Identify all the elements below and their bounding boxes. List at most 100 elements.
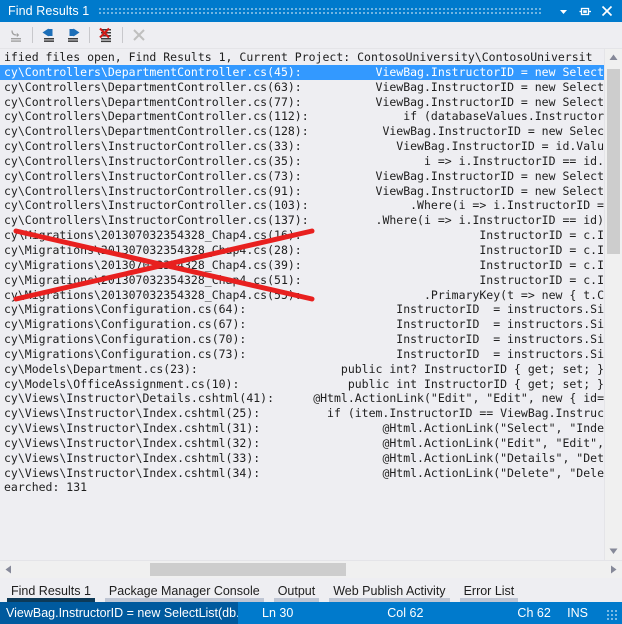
result-row[interactable]: cy\Controllers\InstructorController.cs(9… bbox=[0, 184, 604, 199]
result-row[interactable]: cy\Migrations\201307032354328_Chap4.cs(3… bbox=[0, 258, 604, 273]
result-row[interactable]: cy\Controllers\DepartmentController.cs(1… bbox=[0, 109, 604, 124]
window-title: Find Results 1 bbox=[8, 4, 90, 18]
result-row[interactable]: cy\Controllers\InstructorController.cs(7… bbox=[0, 169, 604, 184]
result-row[interactable]: cy\Controllers\DepartmentController.cs(7… bbox=[0, 95, 604, 110]
toolbar-separator-2 bbox=[89, 27, 90, 43]
result-code-snippet: ViewBag.InstructorID = new Selec bbox=[382, 124, 604, 139]
chevron-down-icon[interactable] bbox=[552, 1, 574, 21]
result-file-path: cy\Migrations\Configuration.cs(67): bbox=[4, 317, 247, 332]
result-file-path: cy\Migrations\201307032354328_Chap4.cs(3… bbox=[4, 257, 302, 272]
scroll-right-arrow-icon[interactable] bbox=[605, 561, 622, 578]
status-character-number: Ch 62 bbox=[517, 606, 551, 620]
result-file-path: cy\Migrations\201307032354328_Chap4.cs(5… bbox=[4, 272, 302, 287]
result-code-snippet: InstructorID = c.I bbox=[479, 272, 604, 287]
tab-label: Error List bbox=[463, 584, 515, 598]
result-row[interactable]: cy\Controllers\InstructorController.cs(3… bbox=[0, 154, 604, 169]
previous-match-button[interactable] bbox=[37, 24, 61, 46]
result-file-path: cy\Controllers\DepartmentController.cs(4… bbox=[4, 64, 302, 79]
result-file-path: cy\Migrations\201307032354328_Chap4.cs(2… bbox=[4, 242, 302, 257]
result-code-snippet: i => i.InstructorID == id. bbox=[423, 153, 604, 168]
result-code-snippet: @Html.ActionLink("Delete", "Dele bbox=[382, 465, 604, 480]
tool-window-tab[interactable]: Find Results 1 bbox=[2, 582, 100, 602]
result-code-snippet: InstructorID = c.I bbox=[479, 242, 604, 257]
results-header-text: ified files open, Find Results 1, Curren… bbox=[4, 50, 593, 64]
result-file-path: cy\Views\Instructor\Index.cshtml(33): bbox=[4, 450, 261, 465]
pin-dock-icon[interactable] bbox=[574, 1, 596, 21]
result-code-snippet: @Html.ActionLink("Edit", "Edit", new { i… bbox=[313, 391, 604, 406]
tab-label: Web Publish Activity bbox=[333, 584, 446, 598]
result-code-snippet: ViewBag.InstructorID = id.Valu bbox=[396, 139, 604, 154]
result-row[interactable]: cy\Migrations\201307032354328_Chap4.cs(2… bbox=[0, 243, 604, 258]
result-file-path: cy\Controllers\DepartmentController.cs(6… bbox=[4, 79, 302, 94]
result-file-path: cy\Views\Instructor\Index.cshtml(32): bbox=[4, 435, 261, 450]
results-body: ified files open, Find Results 1, Curren… bbox=[0, 49, 622, 560]
next-match-button[interactable] bbox=[61, 24, 85, 46]
result-code-snippet: @Html.ActionLink("Edit", "Edit", bbox=[382, 435, 604, 450]
result-row[interactable]: cy\Controllers\InstructorController.cs(1… bbox=[0, 198, 604, 213]
result-file-path: cy\Controllers\DepartmentController.cs(1… bbox=[4, 124, 309, 139]
results-footer-text: earched: 131 bbox=[4, 480, 88, 495]
result-row[interactable]: cy\Views\Instructor\Index.cshtml(33): @Ht… bbox=[0, 451, 604, 466]
tab-label: Package Manager Console bbox=[108, 584, 260, 598]
result-code-snippet: @Html.ActionLink("Select", "Inde bbox=[382, 421, 604, 436]
result-row[interactable]: cy\Views\Instructor\Index.cshtml(31): @Ht… bbox=[0, 421, 604, 436]
results-footer-line: earched: 131 bbox=[0, 480, 604, 495]
result-file-path: cy\Views\Instructor\Index.cshtml(34): bbox=[4, 465, 261, 480]
result-row[interactable]: cy\Controllers\DepartmentController.cs(4… bbox=[0, 64, 604, 80]
horizontal-scrollbar[interactable] bbox=[0, 560, 622, 578]
result-row[interactable]: cy\Views\Instructor\Index.cshtml(25): if … bbox=[0, 406, 604, 421]
result-row[interactable]: cy\Controllers\DepartmentController.cs(1… bbox=[0, 124, 604, 139]
result-row[interactable]: cy\Migrations\Configuration.cs(64): Instr… bbox=[0, 302, 604, 317]
title-bar-grip[interactable] bbox=[95, 0, 546, 22]
result-code-snippet: .PrimaryKey(t => new { t.C bbox=[423, 287, 604, 302]
result-row[interactable]: cy\Migrations\201307032354328_Chap4.cs(1… bbox=[0, 228, 604, 243]
horizontal-scroll-thumb[interactable] bbox=[150, 563, 346, 576]
result-code-snippet: InstructorID = instructors.Si bbox=[396, 317, 604, 332]
results-list[interactable]: ified files open, Find Results 1, Curren… bbox=[0, 49, 604, 560]
result-row[interactable]: cy\Views\Instructor\Index.cshtml(32): @Ht… bbox=[0, 436, 604, 451]
tool-window-tab[interactable]: Output bbox=[269, 582, 325, 602]
scroll-left-arrow-icon[interactable] bbox=[0, 561, 17, 578]
result-row[interactable]: cy\Models\OfficeAssignment.cs(10): public… bbox=[0, 377, 604, 392]
tab-label: Output bbox=[277, 584, 316, 598]
scroll-down-arrow-icon[interactable] bbox=[605, 543, 622, 560]
vertical-scroll-thumb[interactable] bbox=[607, 69, 620, 254]
vertical-scrollbar[interactable] bbox=[604, 49, 622, 560]
result-file-path: cy\Controllers\DepartmentController.cs(1… bbox=[4, 109, 309, 124]
result-row[interactable]: cy\Migrations\Configuration.cs(67): Instr… bbox=[0, 317, 604, 332]
result-row[interactable]: cy\Controllers\InstructorController.cs(1… bbox=[0, 213, 604, 228]
tool-window-tab[interactable]: Web Publish Activity bbox=[324, 582, 454, 602]
result-row[interactable]: cy\Controllers\DepartmentController.cs(6… bbox=[0, 80, 604, 95]
result-row[interactable]: cy\Controllers\InstructorController.cs(3… bbox=[0, 139, 604, 154]
toolbar-separator-3 bbox=[122, 27, 123, 43]
result-file-path: cy\Controllers\InstructorController.cs(9… bbox=[4, 183, 302, 198]
result-code-snippet: ViewBag.InstructorID = new Select bbox=[375, 79, 604, 94]
result-file-path: cy\Controllers\DepartmentController.cs(7… bbox=[4, 94, 302, 109]
result-code-snippet: ViewBag.InstructorID = new Select bbox=[375, 183, 604, 198]
result-row[interactable]: cy\Migrations\Configuration.cs(73): Instr… bbox=[0, 347, 604, 362]
scroll-up-arrow-icon[interactable] bbox=[605, 49, 622, 66]
tool-window-tab[interactable]: Package Manager Console bbox=[100, 582, 269, 602]
result-file-path: cy\Controllers\InstructorController.cs(3… bbox=[4, 139, 302, 154]
result-row[interactable]: cy\Models\Department.cs(23): public int? … bbox=[0, 362, 604, 377]
result-code-snippet: InstructorID = c.I bbox=[479, 228, 604, 243]
result-code-snippet: InstructorID = c.I bbox=[479, 257, 604, 272]
clear-all-button[interactable] bbox=[94, 24, 118, 46]
resize-grip-icon[interactable] bbox=[607, 610, 619, 622]
close-icon[interactable] bbox=[596, 1, 618, 21]
result-file-path: cy\Views\Instructor\Details.cshtml(41): bbox=[4, 391, 275, 406]
repeat-search-button[interactable] bbox=[4, 24, 28, 46]
tool-window-tab[interactable]: Error List bbox=[455, 582, 524, 602]
status-bar: ViewBag.InstructorID = new SelectList(db… bbox=[0, 602, 622, 624]
result-row[interactable]: cy\Migrations\201307032354328_Chap4.cs(5… bbox=[0, 273, 604, 288]
find-results-tool-window: Find Results 1 ified files open, Find Re… bbox=[0, 0, 622, 624]
result-row[interactable]: cy\Views\Instructor\Index.cshtml(34): @Ht… bbox=[0, 466, 604, 481]
cancel-button[interactable] bbox=[127, 24, 151, 46]
toolbar-separator-1 bbox=[32, 27, 33, 43]
result-row[interactable]: cy\Migrations\201307032354328_Chap4.cs(5… bbox=[0, 288, 604, 303]
result-row[interactable]: cy\Migrations\Configuration.cs(70): Instr… bbox=[0, 332, 604, 347]
result-code-snippet: InstructorID = instructors.Si bbox=[396, 302, 604, 317]
result-code-snippet: if (databaseValues.Instructor bbox=[403, 109, 604, 124]
result-file-path: cy\Migrations\201307032354328_Chap4.cs(1… bbox=[4, 228, 302, 243]
result-row[interactable]: cy\Views\Instructor\Details.cshtml(41): @… bbox=[0, 391, 604, 406]
